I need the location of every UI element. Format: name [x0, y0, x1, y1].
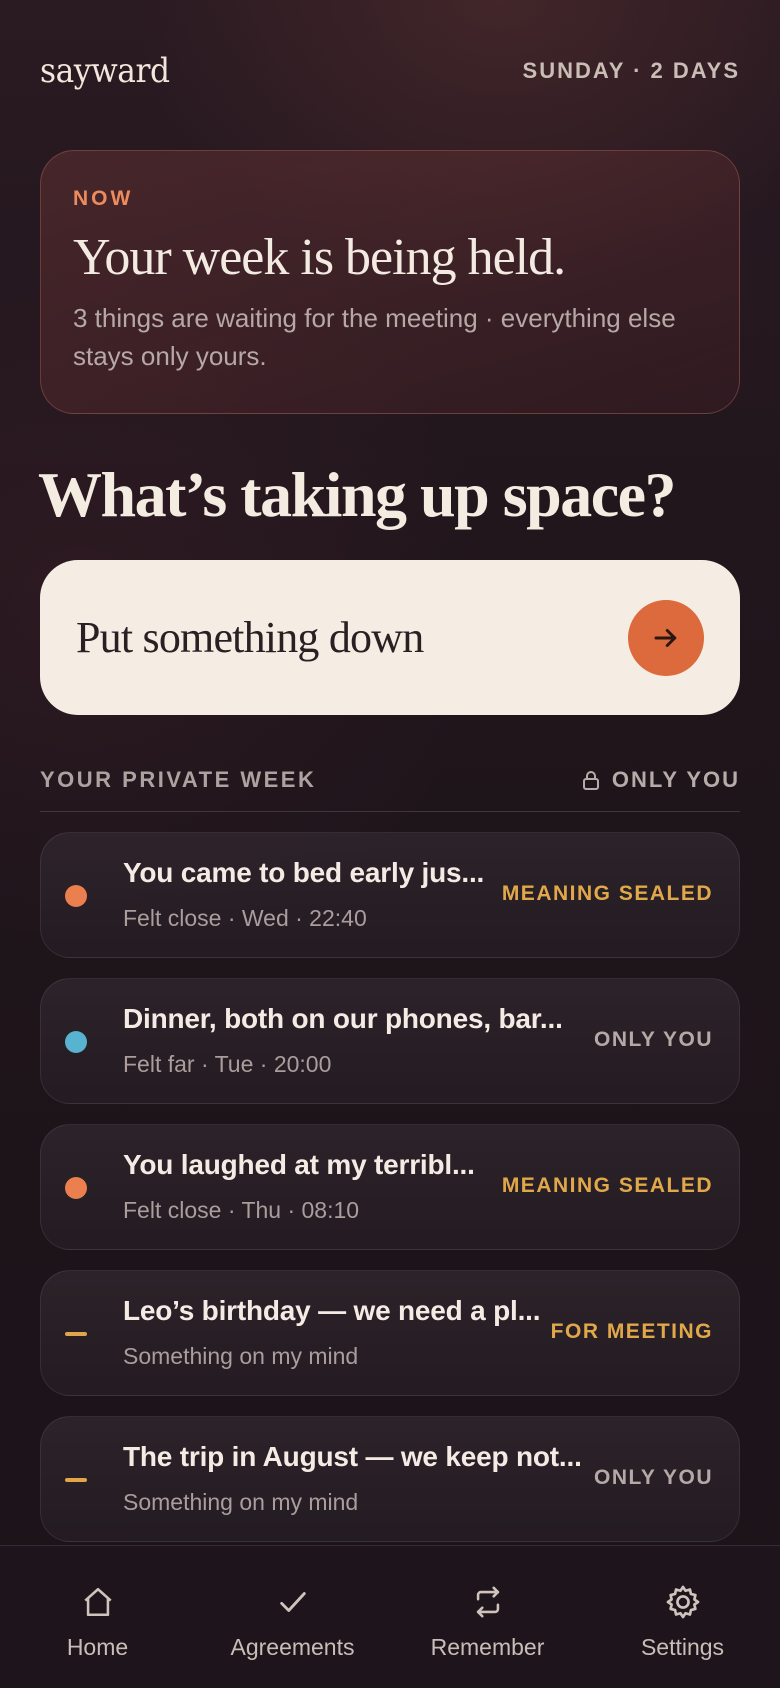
entry-list: You came to bed early jus... Felt close …	[40, 832, 740, 1562]
nav-remember[interactable]: Remember	[393, 1582, 583, 1661]
entry-tag: ONLY YOU	[594, 1028, 713, 1051]
now-eyebrow: NOW	[73, 187, 134, 210]
repeat-icon	[476, 1586, 499, 1618]
compose-box[interactable]: Put something down	[40, 560, 740, 715]
privacy-indicator: ONLY YOU	[582, 767, 740, 793]
list-item[interactable]: You laughed at my terribl... Felt close …	[40, 1124, 740, 1250]
entry-marker	[65, 1469, 87, 1482]
entry-title: You laughed at my terribl...	[123, 1149, 475, 1180]
entry-title: Dinner, both on our phones, bar...	[123, 1003, 563, 1034]
entry-tag: MEANING SEALED	[501, 882, 713, 905]
entry-marker	[65, 1031, 87, 1053]
list-item[interactable]: The trip in August — we keep not... Some…	[40, 1416, 740, 1542]
compose-input-placeholder[interactable]: Put something down	[76, 612, 424, 663]
entry-title: The trip in August — we keep not...	[123, 1441, 582, 1472]
list-item[interactable]: You came to bed early jus... Felt close …	[40, 832, 740, 958]
entry-meta: Felt far · Tue · 20:00	[123, 1051, 332, 1077]
now-card: NOW Your week is being held. 3 things ar…	[40, 150, 740, 414]
gear-icon	[666, 1585, 699, 1619]
bottom-nav: Home Agreements Remember Settings	[0, 1545, 780, 1688]
nav-settings[interactable]: Settings	[588, 1582, 778, 1661]
dash-icon	[65, 1478, 87, 1482]
dot-icon	[65, 1177, 87, 1199]
submit-button[interactable]	[628, 599, 704, 676]
entry-marker	[65, 1177, 87, 1199]
app-logo: sayward	[40, 51, 170, 91]
entry-meta: Felt close · Wed · 22:40	[123, 905, 367, 931]
entry-tag: FOR MEETING	[550, 1320, 713, 1343]
entry-title: You came to bed early jus...	[123, 857, 485, 888]
entry-meta: Felt close · Thu · 08:10	[123, 1197, 360, 1223]
checkmark-icon	[279, 1592, 306, 1612]
entry-tag: ONLY YOU	[594, 1466, 713, 1489]
section-title: YOUR PRIVATE WEEK	[40, 766, 317, 792]
nav-label: Settings	[640, 1634, 725, 1660]
lock-icon	[582, 770, 599, 790]
now-title: Your week is being held.	[73, 229, 566, 286]
top-bar: sayward SUNDAY · 2 DAYS	[40, 44, 740, 98]
week-status: SUNDAY · 2 DAYS	[522, 58, 740, 83]
dot-icon	[65, 1031, 87, 1053]
nav-agreements[interactable]: Agreements	[198, 1582, 388, 1661]
nav-label: Remember	[430, 1634, 545, 1660]
arrow-right-icon	[654, 628, 677, 647]
entry-meta: Something on my mind	[123, 1343, 359, 1369]
prompt-title: What’s taking up space?	[38, 459, 677, 530]
nav-label: Agreements	[230, 1634, 355, 1660]
dash-icon	[65, 1332, 87, 1336]
privacy-label: ONLY YOU	[611, 766, 740, 792]
list-item[interactable]: Leo’s birthday — we need a pl... Somethi…	[40, 1270, 740, 1396]
home-icon	[83, 1587, 112, 1617]
entry-marker	[65, 1323, 87, 1336]
nav-label: Home	[66, 1634, 129, 1660]
entry-tag: MEANING SEALED	[501, 1174, 713, 1197]
dot-icon	[65, 885, 87, 907]
nav-home[interactable]: Home	[3, 1582, 193, 1661]
list-item[interactable]: Dinner, both on our phones, bar... Felt …	[40, 978, 740, 1104]
section-header: YOUR PRIVATE WEEK ONLY YOU	[40, 762, 740, 812]
entry-title: Leo’s birthday — we need a pl...	[123, 1295, 541, 1326]
entry-marker	[65, 885, 87, 907]
entry-meta: Something on my mind	[123, 1489, 359, 1515]
now-body: 3 things are waiting for the meeting · e…	[73, 303, 676, 371]
